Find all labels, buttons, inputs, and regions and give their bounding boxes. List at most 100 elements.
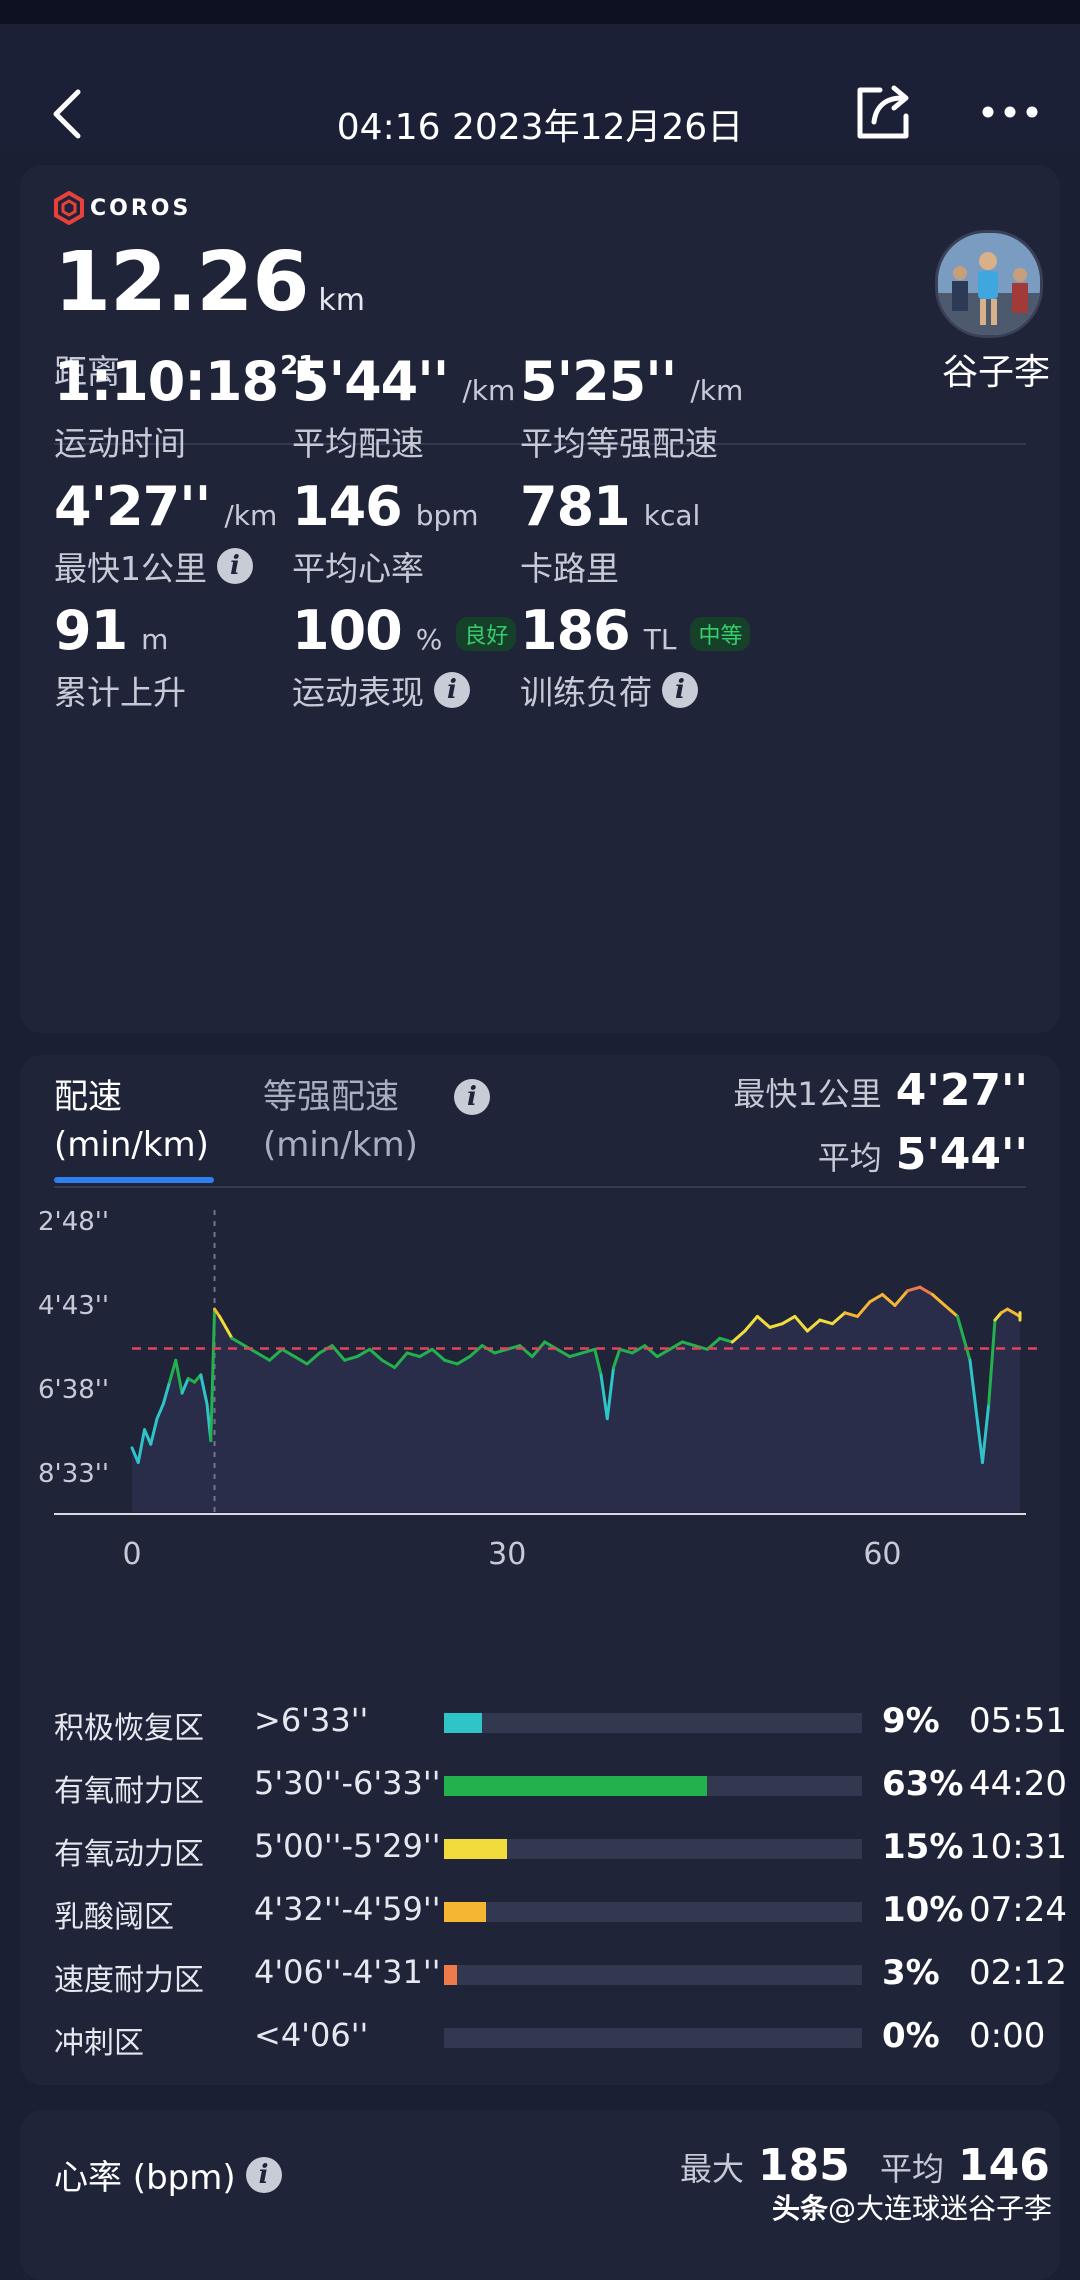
stat-unit: /km — [462, 374, 516, 407]
max-heart-rate: 最大 185 — [680, 2140, 850, 2191]
zone-name: 乳酸阈区 — [54, 1900, 174, 1935]
fastest-km-label: 最快1公里 — [733, 1075, 882, 1113]
watermark: 头条@大连球迷谷子李 — [772, 2187, 1052, 2227]
stat-value: 186 — [520, 599, 631, 662]
zone-bar-track — [444, 1776, 862, 1796]
stat-value: 146 — [292, 475, 403, 538]
zone-name: 速度耐力区 — [54, 1963, 204, 1998]
zone-name: 有氧动力区 — [54, 1837, 204, 1872]
heart-rate-title: 心率 (bpm) i — [54, 2150, 282, 2199]
stat-item[interactable]: 4'27'' /km 最快1公里 i — [54, 475, 277, 590]
stat-value-row: 5'44'' /km — [292, 350, 515, 413]
y-tick-label: 2'48'' — [38, 1210, 109, 1237]
stat-unit: m — [141, 623, 169, 656]
stat-label: 累计上升 — [54, 673, 186, 712]
stat-value: 5'44'' — [292, 350, 449, 413]
stat-label: 训练负荷 — [520, 673, 652, 712]
zone-time: 44:20 — [969, 1764, 1067, 1804]
max-hr-label: 最大 — [680, 2150, 745, 2188]
x-tick-label: 0 — [122, 1537, 141, 1572]
watermark-author: @大连球迷谷子李 — [827, 2192, 1052, 2225]
stat-label-row: 平均心率 — [292, 542, 479, 590]
zone-name: 冲刺区 — [54, 2026, 144, 2061]
zone-time: 07:24 — [969, 1890, 1067, 1930]
heart-rate-title-text: 心率 (bpm) — [54, 2158, 236, 2198]
info-icon[interactable]: i — [217, 548, 253, 584]
zone-pace-range: 5'00''-5'29'' — [254, 1827, 441, 1865]
stat-value-row: 781 kcal — [520, 475, 700, 538]
tab-pace-label: 配速 — [54, 1077, 122, 1117]
avatar-photo — [938, 233, 1040, 335]
zone-percent: 63% — [882, 1764, 964, 1804]
stat-label: 最快1公里 — [54, 549, 207, 588]
avg-hr-label: 平均 — [880, 2150, 945, 2188]
stat-item[interactable]: 186 TL 中等 训练负荷 i — [520, 599, 751, 714]
stat-value-row: 91 m — [54, 599, 186, 662]
zone-bar-track — [444, 2028, 862, 2048]
zone-percent: 15% — [882, 1827, 964, 1867]
stat-unit: kcal — [643, 499, 701, 532]
zone-bar-fill — [444, 1902, 486, 1922]
zone-percent: 9% — [882, 1701, 940, 1741]
zone-percent: 10% — [882, 1890, 964, 1930]
tab-pace[interactable]: 配速 (min/km) — [54, 1073, 209, 1169]
x-tick-label: 30 — [488, 1537, 526, 1572]
zone-name: 有氧耐力区 — [54, 1774, 204, 1809]
stat-item: 91 m 累计上升 — [54, 599, 186, 714]
activity-summary-card: COROS 12.26 km 距离 谷子李 1:10:18 21 运动时间 5'44'… — [20, 165, 1060, 1033]
stat-label-row: 平均等强配速 — [520, 417, 743, 465]
info-icon[interactable]: i — [434, 672, 470, 708]
stat-item: 1:10:18 21 运动时间 — [54, 350, 316, 465]
zone-name: 积极恢复区 — [54, 1711, 204, 1746]
tab-grade-adjusted-pace[interactable]: 等强配速 (min/km) — [263, 1073, 418, 1169]
stat-item[interactable]: 100% 良好运动表现 i — [292, 599, 517, 714]
tab-gap-label: 等强配速 — [263, 1077, 399, 1117]
fastest-km-value: 4'27'' — [895, 1065, 1028, 1116]
pace-card: 配速 (min/km) 等强配速 (min/km) i 最快1公里 4'27''… — [20, 1055, 1067, 2085]
pace-zone-row: 有氧耐力区 5'30''-6'33'' 63% 44:20 — [54, 1758, 1067, 1812]
zone-bar-fill — [444, 1965, 457, 1985]
stat-label: 平均配速 — [292, 424, 424, 463]
coros-logo-icon — [54, 191, 84, 225]
zone-pace-range: 4'06''-4'31'' — [254, 1953, 441, 1991]
pace-zone-row: 有氧动力区 5'00''-5'29'' 15% 10:31 — [54, 1821, 1067, 1875]
zone-bar-fill — [444, 1713, 482, 1733]
zone-time: 10:31 — [969, 1827, 1067, 1867]
stat-label-row: 运动表现 i — [292, 666, 516, 714]
stat-unit: /km — [690, 374, 744, 407]
avatar[interactable] — [935, 230, 1043, 338]
zone-pace-range: <4'06'' — [254, 2016, 369, 2054]
stat-label-row: 训练负荷 i — [520, 666, 750, 714]
stat-value-row: 1:10:18 21 — [54, 350, 316, 413]
y-tick-label: 8'33'' — [38, 1459, 109, 1489]
info-icon[interactable]: i — [662, 672, 698, 708]
pace-zone-row: 乳酸阈区 4'32''-4'59'' 10% 07:24 — [54, 1884, 1067, 1938]
stat-label: 运动表现 — [292, 673, 424, 712]
stat-label: 平均等强配速 — [520, 424, 718, 463]
average-pace-value: 5'44'' — [895, 1129, 1028, 1180]
stat-label-row: 卡路里 — [520, 542, 700, 590]
stat-item: 781 kcal 卡路里 — [520, 475, 700, 590]
x-tick-label: 60 — [863, 1537, 901, 1572]
distance-number: 12.26 — [54, 235, 309, 330]
activity-datetime: 04:16 2023年12月26日 — [336, 107, 744, 148]
info-icon[interactable]: i — [245, 2156, 282, 2193]
avg-hr-value: 146 — [958, 2140, 1050, 2191]
zone-time: 05:51 — [969, 1701, 1067, 1741]
pace-chart[interactable]: 2'48'' 4'43'' 6'38'' 8'33'' 0 30 60 — [20, 1210, 1060, 1730]
stat-label-row: 最快1公里 i — [54, 542, 277, 590]
zone-bar-track — [444, 1713, 862, 1733]
zone-bar-track — [444, 1965, 862, 1985]
stat-label-row: 运动时间 — [54, 417, 316, 465]
stat-value-row: 100% 良好 — [292, 599, 517, 662]
stat-label: 运动时间 — [54, 424, 186, 463]
zone-bar-fill — [444, 1776, 708, 1796]
stat-value-row: 146 bpm — [292, 475, 479, 538]
stat-label: 卡路里 — [520, 549, 619, 588]
tab-pace-unit: (min/km) — [54, 1125, 209, 1165]
stat-value: 1:10:18 — [54, 350, 279, 413]
stat-value-row: 5'25'' /km — [520, 350, 743, 413]
info-icon[interactable]: i — [454, 1079, 490, 1115]
stat-item: 5'44'' /km 平均配速 — [292, 350, 515, 465]
y-tick-label: 4'43'' — [38, 1291, 109, 1321]
